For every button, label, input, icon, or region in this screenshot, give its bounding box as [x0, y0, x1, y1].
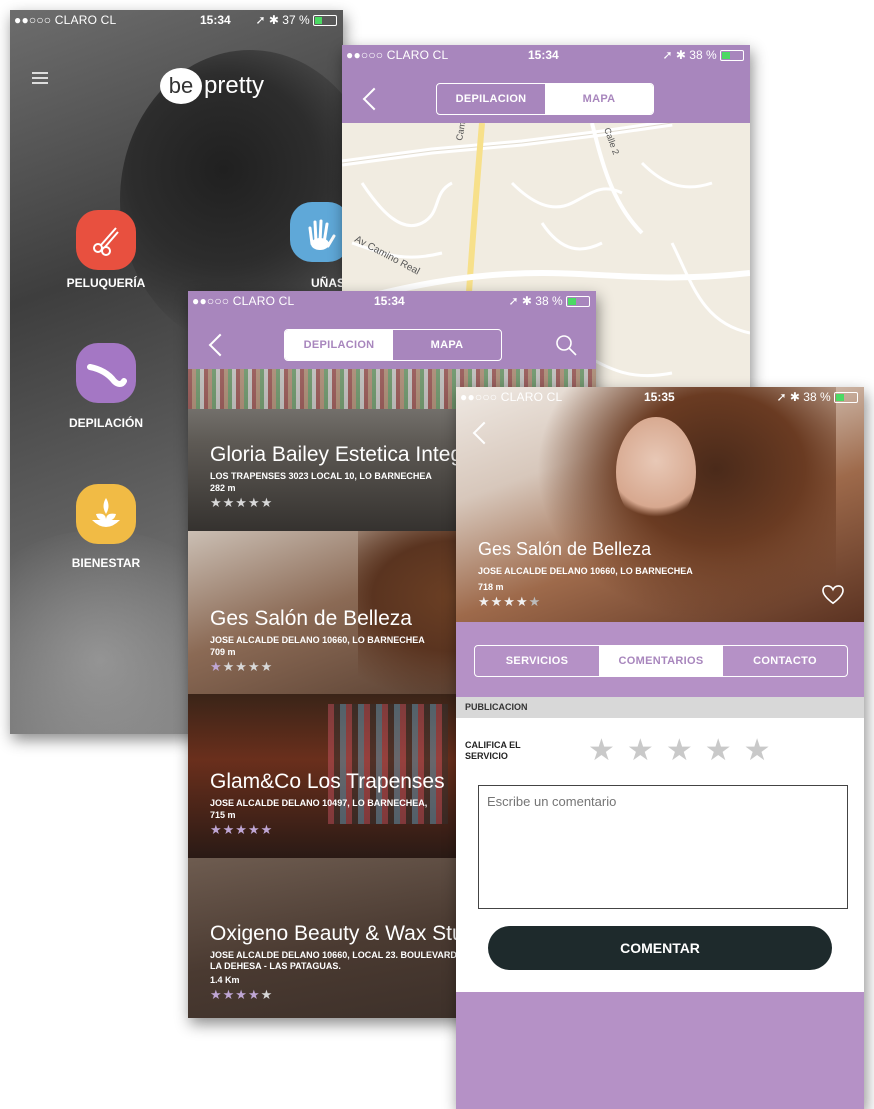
status-bar: ●●○○○ CLARO CL 15:35 ➚ ✱ 38 % [456, 387, 864, 409]
logo-badge: be [160, 68, 202, 104]
carrier-label: ●●○○○ CLARO CL [460, 390, 563, 404]
carrier-label: ●●○○○ CLARO CL [192, 294, 295, 308]
detail-tabs: SERVICIOS COMENTARIOS CONTACTO [474, 645, 848, 677]
salon-name: Oxigeno Beauty & Wax Studio [210, 922, 492, 945]
star-2-icon[interactable]: ★ [627, 734, 666, 767]
section-header: PUBLICACION [456, 697, 864, 718]
status-bar: ●●○○○ CLARO CL 15:34 ➚ ✱ 38 % [188, 291, 596, 313]
battery-label: 37 % [282, 13, 310, 27]
salon-name: Ges Salón de Belleza [210, 607, 412, 630]
menu-icon[interactable] [32, 72, 48, 84]
hand-icon[interactable] [290, 202, 343, 262]
app-logo: be pretty [160, 68, 264, 104]
tab-depilacion[interactable]: DEPILACION [285, 330, 393, 360]
logo-be-text: be [168, 73, 194, 98]
battery-indicator: ➚ ✱ 38 % [663, 48, 744, 62]
salon-distance: 1.4 Km [210, 975, 240, 985]
star-3-icon[interactable]: ★ [666, 734, 705, 767]
salon-distance: 709 m [210, 647, 236, 657]
battery-icon [566, 296, 590, 308]
battery-icon [834, 392, 858, 404]
salon-distance: 282 m [210, 483, 236, 493]
comentar-button[interactable]: COMENTAR [488, 926, 832, 970]
rating-input: ★★★★★ [588, 733, 783, 768]
salon-name: Gloria Bailey Estetica Integral [210, 443, 486, 466]
battery-indicator: ➚ ✱ 38 % [509, 294, 590, 308]
rating-stars: ★★★★★ [210, 987, 274, 1002]
carrier-label: ●●○○○ CLARO CL [346, 48, 449, 62]
scissors-icon[interactable] [76, 210, 136, 270]
lotus-icon[interactable] [76, 484, 136, 544]
rate-label: CALIFICA EL SERVICIO [465, 740, 521, 762]
star-5-icon[interactable]: ★ [744, 734, 783, 767]
time-label: 15:34 [528, 48, 559, 62]
logo-pretty-text: pretty [204, 72, 265, 99]
carrier-label: ●●○○○ CLARO CL [14, 13, 117, 27]
tab-servicios[interactable]: SERVICIOS [475, 646, 599, 676]
tab-depilacion[interactable]: DEPILACION [437, 84, 545, 114]
tab-mapa[interactable]: MAPA [393, 330, 501, 360]
rating-stars: ★★★★★ [478, 594, 542, 609]
salon-address: JOSE ALCALDE DELANO 10660, LOCAL 23. BOU… [210, 950, 457, 960]
comment-input[interactable] [478, 785, 848, 909]
salon-address: JOSE ALCALDE DELANO 10497, LO BARNECHEA, [210, 798, 428, 808]
battery-indicator: ➚ ✱ 37 % [256, 13, 337, 27]
tab-contacto[interactable]: CONTACTO [723, 646, 847, 676]
time-label: 15:34 [200, 13, 231, 27]
category-label-unas[interactable]: UÑAS [248, 276, 343, 290]
time-label: 15:35 [644, 390, 675, 404]
tab-comentarios[interactable]: COMENTARIOS [599, 646, 723, 676]
detail-screen: ●●○○○ CLARO CL 15:35 ➚ ✱ 38 % Ges Salón … [456, 387, 864, 1109]
category-label-bienestar[interactable]: BIENESTAR [26, 556, 186, 570]
time-label: 15:34 [374, 294, 405, 308]
salon-distance: 718 m [478, 582, 504, 592]
category-label-depilacion[interactable]: DEPILACIÓN [26, 416, 186, 430]
salon-distance: 715 m [210, 810, 236, 820]
category-label-peluqueria[interactable]: PELUQUERÍA [26, 276, 186, 290]
battery-icon [313, 15, 337, 27]
search-icon[interactable] [554, 333, 578, 357]
hero-face [616, 417, 696, 527]
battery-label: 38 % [689, 48, 717, 62]
star-4-icon[interactable]: ★ [705, 734, 744, 767]
rating-stars: ★★★★★ [210, 495, 274, 510]
view-toggle: DEPILACION MAPA [436, 83, 654, 115]
battery-icon [720, 50, 744, 62]
rate-label-line-2: SERVICIO [465, 751, 508, 761]
salon-address: JOSE ALCALDE DELANO 10660, LO BARNECHEA [210, 635, 425, 645]
heart-icon[interactable] [822, 585, 844, 605]
rating-stars: ★★★★★ [210, 659, 274, 674]
salon-name: Glam&Co Los Trapenses [210, 770, 445, 793]
comment-panel: PUBLICACION CALIFICA EL SERVICIO ★★★★★ C… [456, 697, 864, 992]
battery-indicator: ➚ ✱ 38 % [777, 390, 858, 404]
rating-stars: ★★★★★ [210, 822, 274, 837]
salon-name: Ges Salón de Belleza [478, 539, 652, 559]
rate-label-line-1: CALIFICA EL [465, 740, 521, 750]
section-title: PUBLICACION [465, 702, 528, 712]
salon-address: JOSE ALCALDE DELANO 10660, LO BARNECHEA [478, 566, 693, 576]
comentar-button-label: COMENTAR [620, 940, 700, 956]
tab-mapa[interactable]: MAPA [545, 84, 653, 114]
leg-icon[interactable] [76, 343, 136, 403]
view-toggle: DEPILACION MAPA [284, 329, 502, 361]
salon-address: LOS TRAPENSES 3023 LOCAL 10, LO BARNECHE… [210, 471, 432, 481]
salon-address-line-2: LA DEHESA - LAS PATAGUAS. [210, 961, 341, 971]
battery-label: 38 % [535, 294, 563, 308]
status-bar: ●●○○○ CLARO CL 15:34 ➚ ✱ 38 % [342, 45, 750, 67]
battery-label: 38 % [803, 390, 831, 404]
star-1-icon[interactable]: ★ [588, 734, 627, 767]
status-bar: ●●○○○ CLARO CL 15:34 ➚ ✱ 37 % [10, 10, 343, 32]
